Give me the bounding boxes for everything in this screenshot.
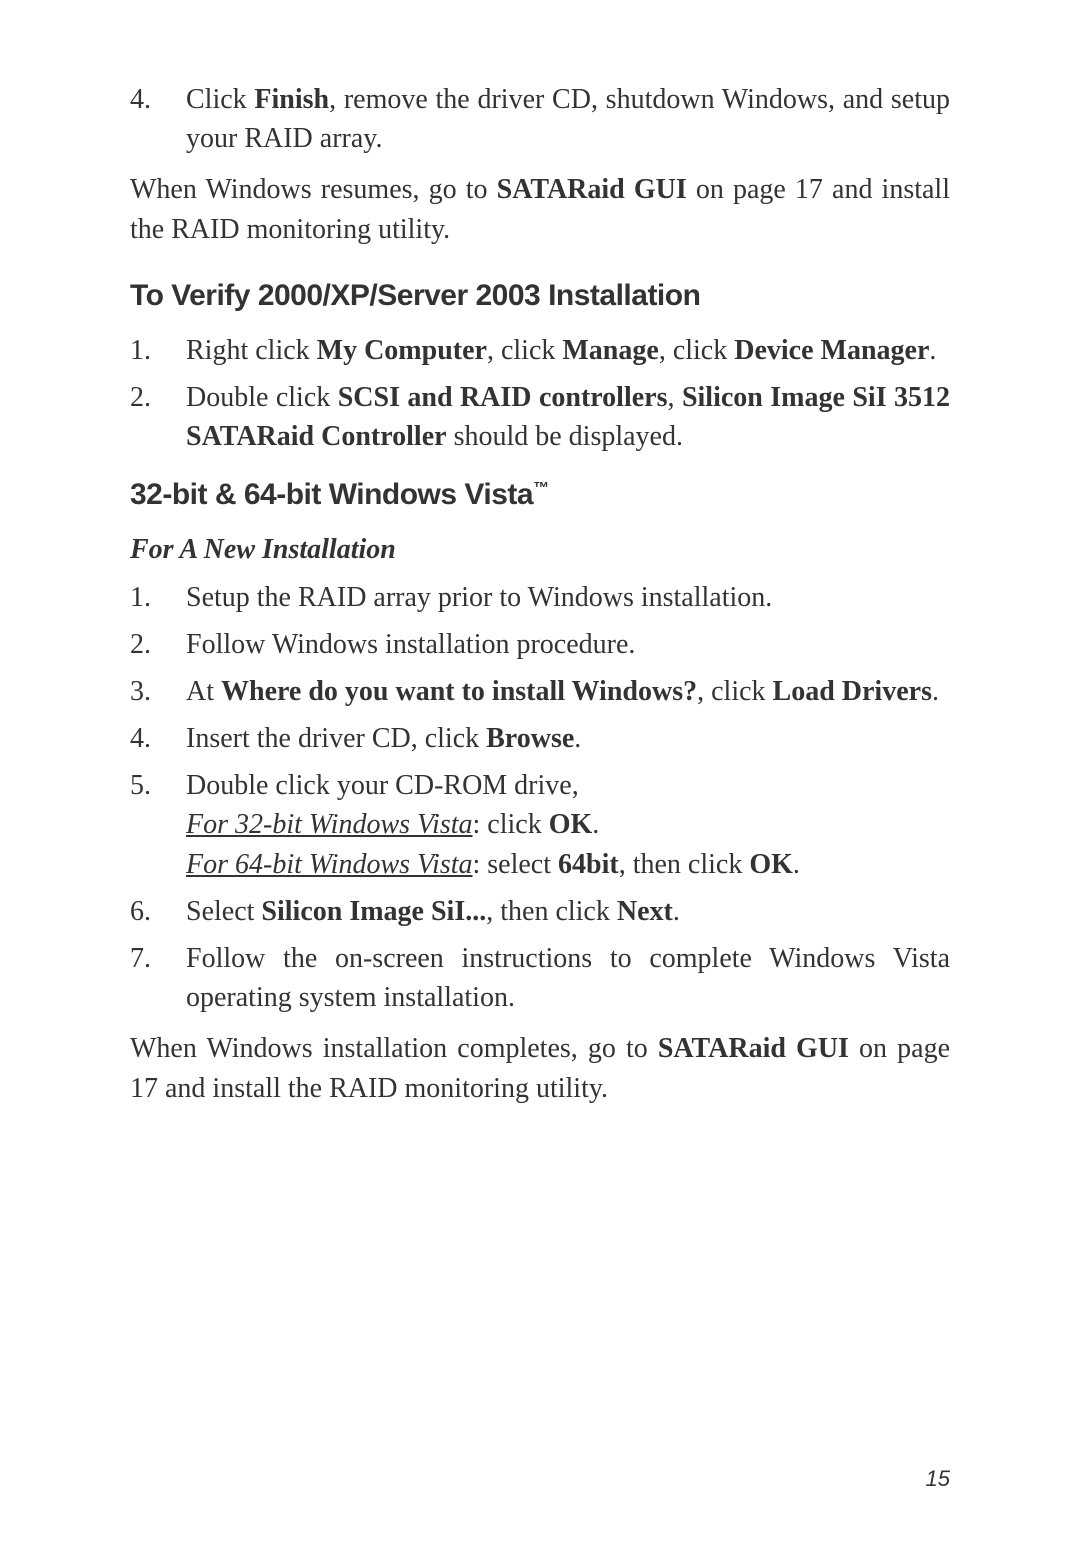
text: , then click	[486, 896, 617, 927]
underline-italic-text: For 32-bit Windows Vista	[186, 809, 473, 840]
bold-text: Where do you want to install Windows?	[221, 676, 697, 707]
text: Double click	[186, 382, 338, 413]
list-number: 2.	[130, 625, 186, 664]
text: should be displayed.	[447, 421, 683, 452]
text-line: For 32-bit Windows Vista: click OK.	[186, 805, 950, 844]
bold-text: Browse	[486, 723, 574, 754]
text: , click	[487, 335, 562, 366]
list-number: 6.	[130, 892, 186, 931]
text: When Windows resumes, go to	[130, 174, 497, 205]
bold-text: Manage	[562, 335, 658, 366]
list-item-vista-1: 1. Setup the RAID array prior to Windows…	[130, 578, 950, 617]
list-item-vista-6: 6. Select Silicon Image SiI..., then cli…	[130, 892, 950, 931]
list-text: Double click your CD-ROM drive, For 32-b…	[186, 766, 950, 884]
page-number: 15	[926, 1466, 950, 1492]
list-item-vista-2: 2. Follow Windows installation procedure…	[130, 625, 950, 664]
paragraph: When Windows resumes, go to SATARaid GUI…	[130, 170, 950, 248]
list-text: Follow Windows installation procedure.	[186, 625, 950, 664]
text: .	[592, 809, 599, 840]
text: .	[932, 676, 939, 707]
list-item-vista-5: 5. Double click your CD-ROM drive, For 3…	[130, 766, 950, 884]
trademark-symbol: ™	[533, 480, 549, 497]
bold-text: Next	[617, 896, 673, 927]
text: .	[929, 335, 936, 366]
list-number: 7.	[130, 939, 186, 1017]
text: : click	[473, 809, 549, 840]
bold-text: 64bit	[558, 849, 619, 880]
list-text: At Where do you want to install Windows?…	[186, 672, 950, 711]
list-text: Insert the driver CD, click Browse.	[186, 719, 950, 758]
list-text: Double click SCSI and RAID controllers, …	[186, 378, 950, 456]
bold-text: SATARaid GUI	[497, 174, 687, 205]
subheading: For A New Installation	[130, 530, 950, 569]
list-number: 1.	[130, 331, 186, 370]
text: Click	[186, 84, 254, 115]
text: , then click	[619, 849, 750, 880]
text: , click	[659, 335, 734, 366]
bold-text: Device Manager	[734, 335, 929, 366]
bold-text: Load Drivers	[773, 676, 932, 707]
text-line: For 64-bit Windows Vista: select 64bit, …	[186, 845, 950, 884]
text: .	[673, 896, 680, 927]
text: When Windows installation completes, go …	[130, 1033, 658, 1064]
bold-text: Silicon Image SiI...	[261, 896, 486, 927]
list-number: 4.	[130, 719, 186, 758]
list-text: Follow the on-screen instructions to com…	[186, 939, 950, 1017]
text: : select	[473, 849, 559, 880]
bold-text: SCSI and RAID controllers	[338, 382, 668, 413]
text: Insert the driver CD, click	[186, 723, 486, 754]
list-item-verify-2: 2. Double click SCSI and RAID controller…	[130, 378, 950, 456]
list-text: Setup the RAID array prior to Windows in…	[186, 578, 950, 617]
list-number: 1.	[130, 578, 186, 617]
list-text: Click Finish, remove the driver CD, shut…	[186, 80, 950, 158]
list-number: 2.	[130, 378, 186, 456]
list-number: 4.	[130, 80, 186, 158]
bold-text: SATARaid GUI	[658, 1033, 849, 1064]
text: At	[186, 676, 221, 707]
list-item-vista-3: 3. At Where do you want to install Windo…	[130, 672, 950, 711]
bold-text: OK	[549, 809, 593, 840]
list-item-verify-1: 1. Right click My Computer, click Manage…	[130, 331, 950, 370]
text-line: Double click your CD-ROM drive,	[186, 766, 950, 805]
list-item-4: 4. Click Finish, remove the driver CD, s…	[130, 80, 950, 158]
text: , click	[697, 676, 772, 707]
underline-italic-text: For 64-bit Windows Vista	[186, 849, 473, 880]
text: .	[793, 849, 800, 880]
list-text: Select Silicon Image SiI..., then click …	[186, 892, 950, 931]
bold-text: My Computer	[317, 335, 487, 366]
bold-text: OK	[749, 849, 793, 880]
list-item-vista-7: 7. Follow the on-screen instructions to …	[130, 939, 950, 1017]
section-heading: To Verify 2000/XP/Server 2003 Installati…	[130, 275, 950, 317]
paragraph: When Windows installation completes, go …	[130, 1029, 950, 1107]
list-number: 5.	[130, 766, 186, 884]
heading-text: 32-bit & 64-bit Windows Vista	[130, 478, 533, 511]
section-heading: 32-bit & 64-bit Windows Vista™	[130, 474, 950, 516]
text: ,	[668, 382, 682, 413]
list-number: 3.	[130, 672, 186, 711]
document-content: 4. Click Finish, remove the driver CD, s…	[130, 80, 950, 1108]
list-item-vista-4: 4. Insert the driver CD, click Browse.	[130, 719, 950, 758]
text: .	[574, 723, 581, 754]
list-text: Right click My Computer, click Manage, c…	[186, 331, 950, 370]
text: Right click	[186, 335, 317, 366]
text: Select	[186, 896, 261, 927]
bold-text: Finish	[254, 84, 329, 115]
